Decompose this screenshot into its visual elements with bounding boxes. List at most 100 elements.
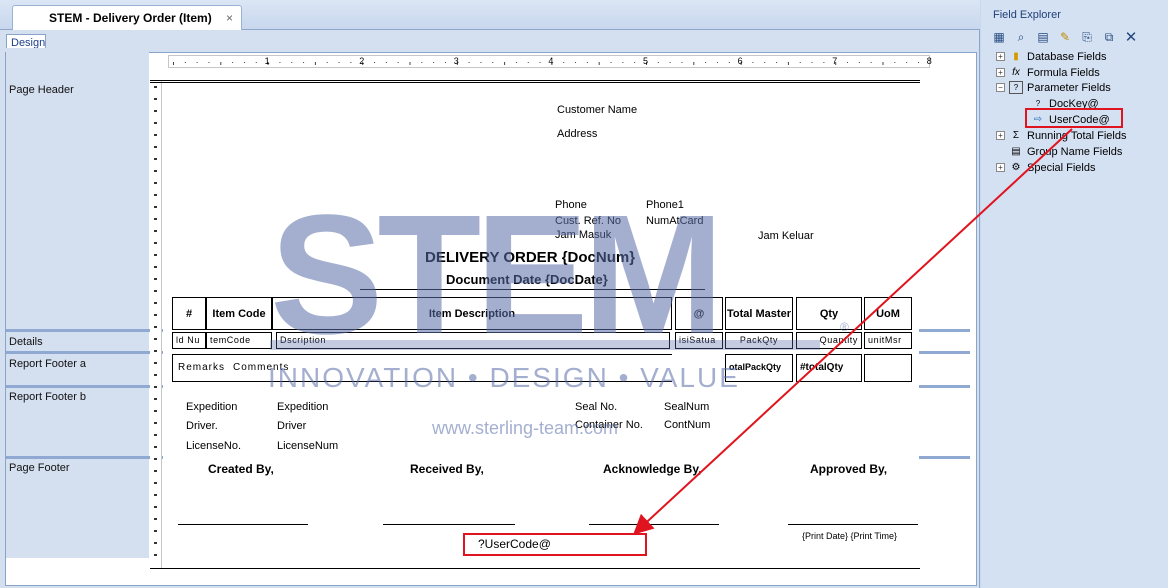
delete-icon[interactable]: ✕: [1123, 29, 1139, 46]
ruler-tick: [208, 62, 210, 63]
address-label[interactable]: Address: [557, 128, 597, 140]
tree-running-total-fields[interactable]: + Σ Running Total Fields: [996, 129, 1126, 142]
acknowledge-by-label[interactable]: Acknowledge By,: [603, 462, 701, 476]
ruler-tick: [917, 62, 919, 63]
ruler-tick: [154, 266, 157, 268]
header-uom[interactable]: UoM: [864, 297, 912, 330]
ruler-tick: [303, 62, 305, 63]
edit-icon[interactable]: ✎: [1057, 29, 1073, 45]
detail-line-num[interactable]: ld Nu: [172, 332, 206, 349]
document-tab-bar: STEM - Delivery Order (Item) ×: [0, 0, 980, 30]
new-icon[interactable]: ▤: [1035, 29, 1051, 45]
ruler-tick: [154, 530, 157, 532]
ruler-tick: [154, 242, 157, 244]
ruler-tick: [539, 62, 541, 63]
approved-by-label[interactable]: Approved By,: [810, 462, 887, 476]
page-top-line: [150, 80, 920, 83]
license-label[interactable]: LicenseNo.: [186, 440, 241, 452]
ruler-tick: [326, 62, 328, 63]
container-field[interactable]: ContNum: [664, 419, 710, 431]
section-details[interactable]: Details: [9, 336, 43, 348]
tree-parameter-fields[interactable]: − ? Parameter Fields: [996, 81, 1111, 94]
section-page-footer[interactable]: Page Footer: [9, 462, 70, 474]
total-pack-qty-field[interactable]: otalPackQty: [725, 354, 793, 382]
copy-icon[interactable]: ⧉: [1101, 29, 1117, 45]
ruler-tick: [154, 302, 157, 304]
ruler-tick: [232, 62, 234, 63]
jam-keluar-label[interactable]: Jam Keluar: [758, 230, 814, 242]
phone-label[interactable]: Phone: [555, 199, 587, 211]
detail-item-code[interactable]: temCode: [206, 332, 272, 349]
ruler-tick: [154, 290, 157, 292]
tree-special-fields[interactable]: + ⚙ Special Fields: [996, 161, 1095, 174]
insert-icon[interactable]: ▦: [991, 29, 1007, 45]
ruler-tick: [154, 254, 157, 256]
expedition-label[interactable]: Expedition: [186, 401, 237, 413]
driver-label[interactable]: Driver.: [186, 420, 218, 432]
ruler-tick: [154, 230, 157, 232]
cust-ref-field[interactable]: NumAtCard: [646, 215, 703, 227]
ruler-tick: [154, 278, 157, 280]
expand-icon[interactable]: +: [996, 163, 1005, 172]
ruler-tick: [492, 62, 494, 63]
phone-field[interactable]: Phone1: [646, 199, 684, 211]
total-qty-field[interactable]: #totalQty: [796, 354, 862, 382]
driver-field[interactable]: Driver: [277, 420, 306, 432]
ruler-tick: [906, 62, 908, 63]
ruler-tick: [657, 62, 659, 63]
header-price[interactable]: @: [675, 297, 723, 330]
ruler-tick: [154, 194, 157, 196]
jam-masuk-label[interactable]: Jam Masuk: [555, 229, 611, 241]
ruler-tick: [634, 62, 636, 63]
ruler-tick: [154, 410, 157, 412]
section-report-footer-b[interactable]: Report Footer b: [9, 391, 86, 403]
header-qty[interactable]: Qty: [796, 297, 862, 330]
expedition-field[interactable]: Expedition: [277, 401, 328, 413]
expand-icon[interactable]: +: [996, 131, 1005, 140]
customer-name-label[interactable]: Customer Name: [557, 104, 637, 116]
collapse-icon[interactable]: −: [996, 83, 1005, 92]
expand-icon[interactable]: +: [996, 52, 1005, 61]
ruler-tick: [575, 62, 577, 63]
cust-ref-label[interactable]: Cust. Ref. No: [555, 215, 621, 227]
created-by-label[interactable]: Created By,: [208, 462, 274, 476]
header-item-description[interactable]: Item Description: [272, 297, 672, 330]
ruler-tick: [858, 62, 860, 63]
ruler-tick: [154, 518, 157, 520]
tree-database-fields[interactable]: + ▮ Database Fields: [996, 50, 1107, 63]
page-bottom-line: [150, 568, 920, 569]
ruler-tick: [894, 62, 896, 63]
rename-icon[interactable]: ⎘: [1079, 29, 1095, 45]
seal-label[interactable]: Seal No.: [575, 401, 617, 413]
tree-formula-fields[interactable]: + fx Formula Fields: [996, 66, 1100, 79]
footer-a-empty-cell: [864, 354, 912, 382]
section-report-footer-a[interactable]: Report Footer a: [9, 358, 86, 370]
license-field[interactable]: LicenseNum: [277, 440, 338, 452]
section-page-header[interactable]: Page Header: [9, 84, 74, 96]
ruler-tick: [433, 62, 435, 63]
tree-group-name-fields[interactable]: ▤ Group Name Fields: [1009, 145, 1122, 158]
signature-line: [589, 524, 719, 525]
ruler-number: 7: [832, 56, 838, 66]
seal-field[interactable]: SealNum: [664, 401, 709, 413]
ruler-number: 4: [548, 56, 554, 66]
ruler-tick: [764, 62, 766, 63]
ruler-tick: [527, 62, 529, 63]
header-item-code[interactable]: Item Code: [206, 297, 272, 330]
document-tab[interactable]: STEM - Delivery Order (Item) ×: [12, 5, 242, 30]
print-date-field[interactable]: {Print Date} {Print Time}: [802, 531, 897, 541]
close-icon[interactable]: ×: [226, 11, 233, 25]
received-by-label[interactable]: Received By,: [410, 462, 484, 476]
document-tab-title: STEM - Delivery Order (Item): [49, 11, 212, 25]
report-title[interactable]: DELIVERY ORDER {DocNum}: [425, 249, 635, 266]
document-date[interactable]: Document Date {DocDate}: [446, 272, 608, 287]
browse-icon[interactable]: ⌕: [1013, 29, 1029, 45]
expand-icon[interactable]: +: [996, 68, 1005, 77]
container-label[interactable]: Container No.: [575, 419, 643, 431]
ruler-tick: [154, 218, 157, 220]
header-no[interactable]: #: [172, 297, 206, 330]
ruler-tick: [610, 62, 612, 63]
header-total-master[interactable]: Total Master: [725, 297, 793, 330]
detail-unit[interactable]: unitMsr: [864, 332, 912, 349]
ruler-tick: [787, 62, 789, 65]
